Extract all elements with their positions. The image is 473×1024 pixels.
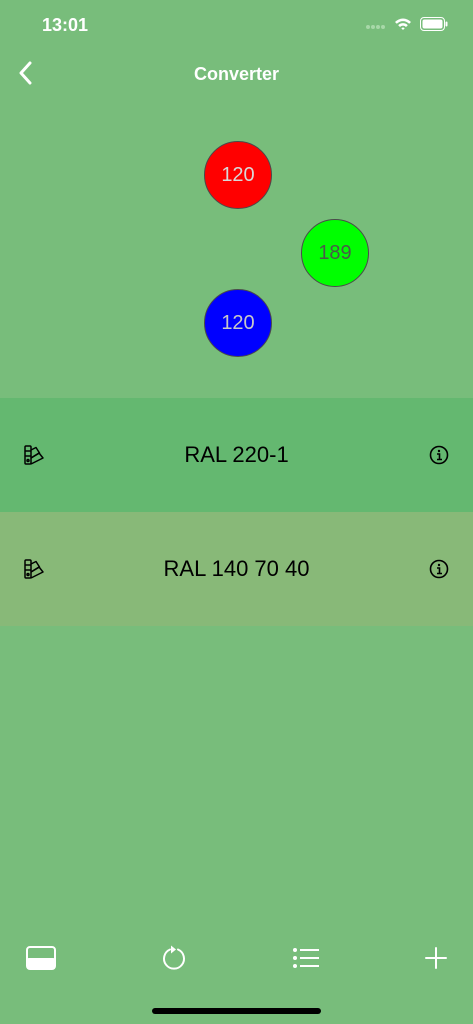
plus-icon	[425, 946, 447, 974]
refresh-button[interactable]	[158, 944, 190, 976]
green-value-circle[interactable]: 189	[301, 219, 369, 287]
add-button[interactable]	[420, 944, 452, 976]
color-row-ral-140[interactable]: RAL 140 70 40	[0, 512, 473, 626]
blue-value-circle[interactable]: 120	[204, 289, 272, 357]
color-preview-button[interactable]	[25, 944, 57, 976]
row-label: RAL 220-1	[184, 442, 289, 467]
bottom-toolbar	[0, 940, 473, 980]
status-bar: 13:01	[0, 0, 473, 50]
battery-icon	[420, 16, 448, 36]
color-row-ral-220[interactable]: RAL 220-1	[0, 398, 473, 512]
status-time: 13:01	[42, 15, 89, 35]
info-icon[interactable]	[429, 559, 449, 579]
wifi-icon	[394, 17, 412, 36]
list-button[interactable]	[290, 944, 322, 976]
status-icons	[366, 16, 448, 36]
navigation-bar: Converter	[0, 52, 473, 98]
list-icon	[292, 947, 320, 974]
color-swatch-icon	[26, 945, 56, 975]
page-title: Converter	[193, 64, 280, 84]
info-icon[interactable]	[429, 445, 449, 465]
refresh-icon	[160, 944, 188, 977]
signal-icon	[366, 17, 386, 35]
red-value-circle[interactable]: 120	[204, 141, 272, 209]
row-label: RAL 140 70 40	[163, 556, 310, 581]
home-indicator[interactable]	[152, 1008, 321, 1014]
